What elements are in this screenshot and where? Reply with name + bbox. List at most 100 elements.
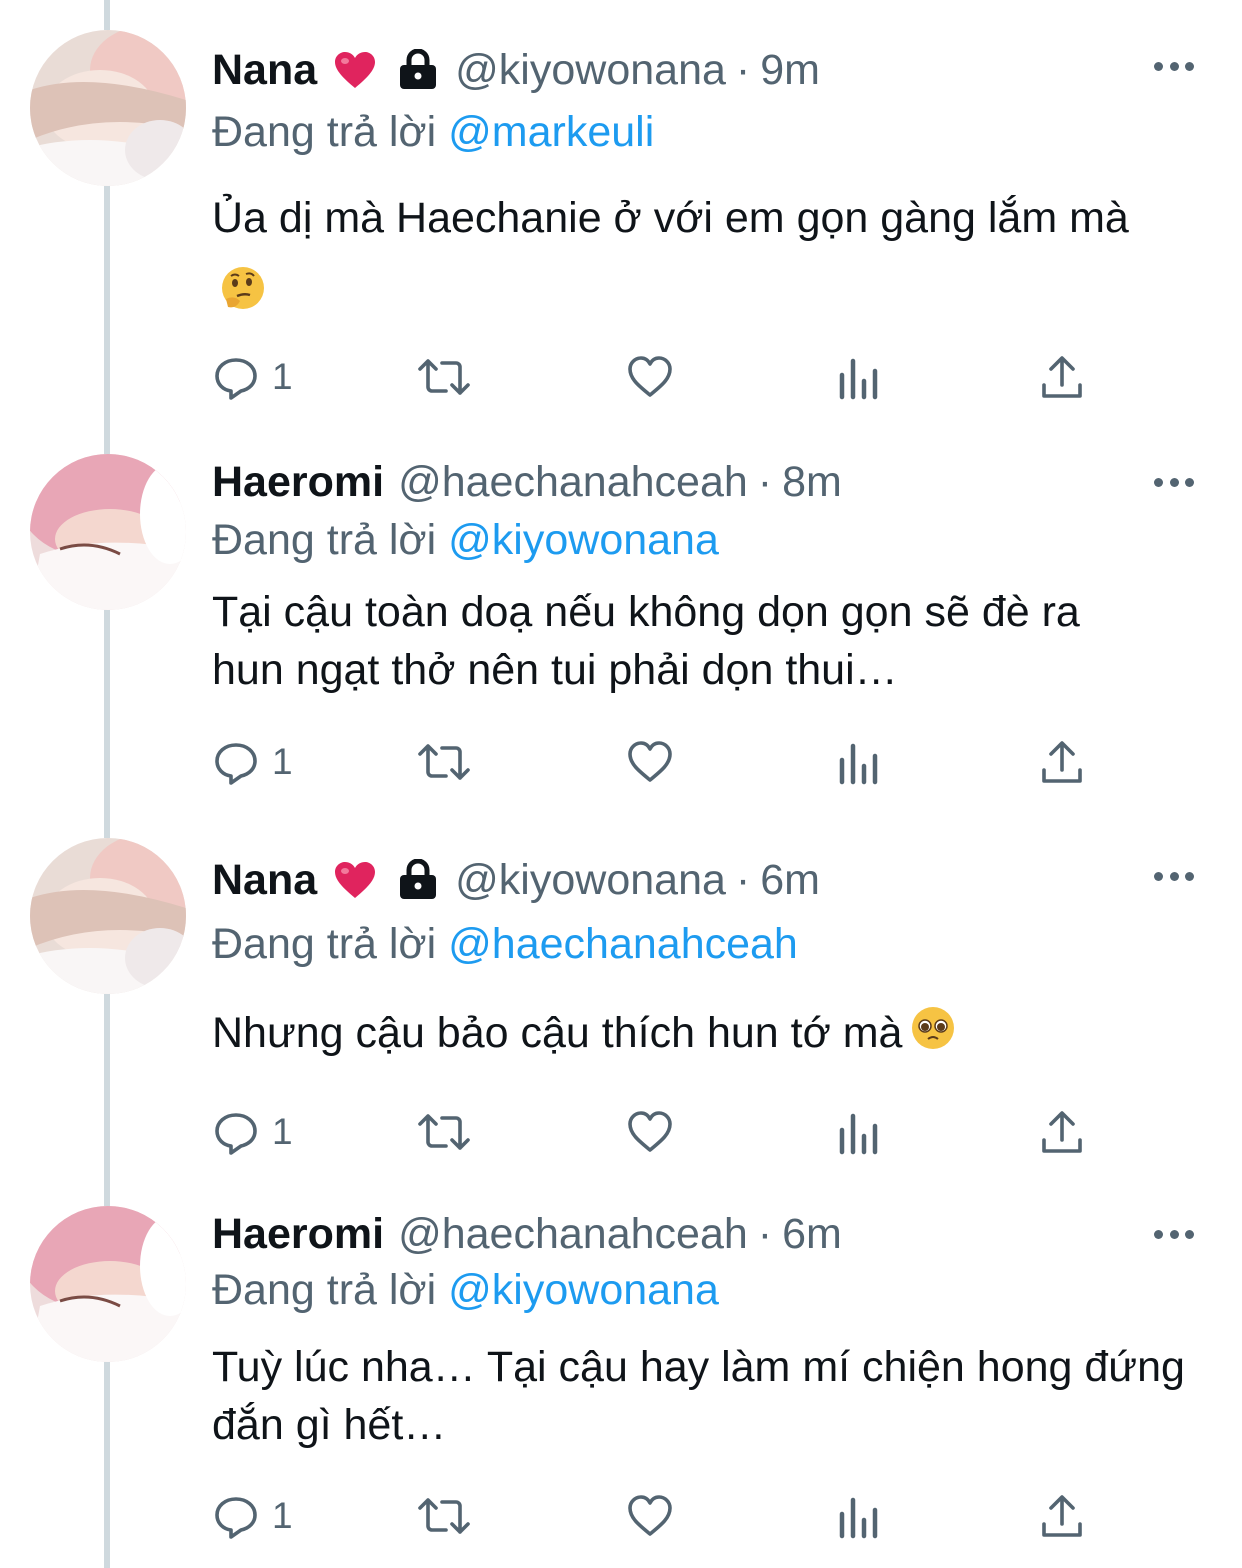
display-name[interactable]: Nana xyxy=(212,46,317,95)
reply-icon xyxy=(215,743,257,785)
lock-icon xyxy=(395,859,441,901)
retweet-button[interactable] xyxy=(416,1107,472,1157)
reply-button[interactable]: 1 xyxy=(212,352,293,402)
avatar[interactable] xyxy=(30,1206,186,1362)
reply-button[interactable]: 1 xyxy=(212,1491,293,1541)
tweet-header: Nana @kiyowonana · 6m xyxy=(212,850,1142,910)
tweet-text-content: Nhưng cậu bảo cậu thích hun tớ mà xyxy=(212,1009,903,1057)
user-handle[interactable]: @kiyowonana xyxy=(455,856,726,905)
tweet-actions: 1 xyxy=(212,1107,1112,1157)
reply-button[interactable]: 1 xyxy=(212,737,293,787)
tweet-text-content: Tuỳ lúc nha… Tại cậu hay làm mí chiện ho… xyxy=(212,1343,1185,1449)
share-button[interactable] xyxy=(1040,737,1084,787)
reply-icon xyxy=(215,1497,257,1539)
replying-to: Đang trả lời @kiyowonana xyxy=(212,1266,719,1315)
analytics-button[interactable] xyxy=(836,1491,880,1541)
replying-to-handle[interactable]: @kiyowonana xyxy=(448,1266,719,1314)
retweet-icon xyxy=(418,1498,470,1534)
tweet[interactable]: Nana @kiyowonana · 9m Đang trả lời @mark… xyxy=(0,0,1242,440)
display-name[interactable]: Haeromi xyxy=(212,1210,384,1259)
timestamp[interactable]: 6m xyxy=(760,856,820,905)
pleading-face-emoji xyxy=(910,1005,956,1066)
thinking-face-emoji xyxy=(220,259,266,335)
reply-count: 1 xyxy=(272,1495,293,1536)
timestamp[interactable]: 9m xyxy=(760,46,820,95)
user-handle[interactable]: @kiyowonana xyxy=(455,46,726,95)
separator: · xyxy=(735,45,751,94)
retweet-icon xyxy=(418,1114,470,1150)
share-button[interactable] xyxy=(1040,352,1084,402)
lock-icon xyxy=(395,49,441,91)
display-name[interactable]: Nana xyxy=(212,856,317,905)
reply-icon xyxy=(215,1113,257,1155)
like-icon xyxy=(628,1111,672,1152)
replying-to-handle[interactable]: @markeuli xyxy=(448,108,654,156)
analytics-button[interactable] xyxy=(836,352,880,402)
replying-prefix: Đang trả lời xyxy=(212,516,437,564)
avatar[interactable] xyxy=(30,454,186,610)
analytics-button[interactable] xyxy=(836,1107,880,1157)
tweet-text: Nhưng cậu bảo cậu thích hun tớ mà xyxy=(212,1004,1202,1066)
user-handle[interactable]: @haechanahceah xyxy=(398,1210,748,1259)
replying-prefix: Đang trả lời xyxy=(212,920,437,968)
analytics-icon xyxy=(839,1113,878,1155)
tweet-text: Tại cậu toàn doạ nếu không dọn gọn sẽ đè… xyxy=(212,583,1162,699)
more-icon[interactable] xyxy=(1154,1228,1194,1240)
share-icon xyxy=(1042,1495,1082,1537)
reply-count: 1 xyxy=(272,356,293,397)
replying-prefix: Đang trả lời xyxy=(212,108,437,156)
like-button[interactable] xyxy=(626,352,674,402)
like-button[interactable] xyxy=(626,1107,674,1157)
share-icon xyxy=(1042,741,1082,783)
red-heart-emoji xyxy=(333,860,377,900)
analytics-icon xyxy=(839,358,878,400)
timestamp[interactable]: 8m xyxy=(782,458,842,507)
retweet-button[interactable] xyxy=(416,1491,472,1541)
tweet-header: Haeromi @haechanahceah · 6m xyxy=(212,1204,1142,1264)
separator: · xyxy=(735,855,751,904)
tweet-text-content: Ủa dị mà Haechanie ở với em gọn gàng lắm… xyxy=(212,194,1129,242)
share-button[interactable] xyxy=(1040,1107,1084,1157)
replying-to: Đang trả lời @haechanahceah xyxy=(212,920,798,969)
retweet-button[interactable] xyxy=(416,737,472,787)
reply-icon xyxy=(215,358,257,400)
more-icon[interactable] xyxy=(1154,870,1194,882)
display-name[interactable]: Haeromi xyxy=(212,458,384,507)
like-icon xyxy=(628,1495,672,1536)
tweet-actions: 1 xyxy=(212,352,1112,402)
retweet-icon xyxy=(418,359,470,395)
tweet-text: Tuỳ lúc nha… Tại cậu hay làm mí chiện ho… xyxy=(212,1338,1192,1454)
reply-count: 1 xyxy=(272,1111,293,1152)
like-button[interactable] xyxy=(626,737,674,787)
tweet[interactable]: Nana @kiyowonana · 6m Đang trả lời @haec… xyxy=(0,830,1242,1196)
replying-to: Đang trả lời @markeuli xyxy=(212,108,654,157)
tweet-text: Ủa dị mà Haechanie ở với em gọn gàng lắm… xyxy=(212,180,1182,335)
tweet-header: Nana @kiyowonana · 9m xyxy=(212,40,1142,100)
share-icon xyxy=(1042,1111,1082,1153)
replying-to: Đang trả lời @kiyowonana xyxy=(212,516,719,565)
avatar[interactable] xyxy=(30,838,186,994)
retweet-icon xyxy=(418,744,470,780)
analytics-button[interactable] xyxy=(836,737,880,787)
replying-to-handle[interactable]: @haechanahceah xyxy=(448,920,798,968)
tweet-header: Haeromi @haechanahceah · 8m xyxy=(212,452,1142,512)
red-heart-emoji xyxy=(333,50,377,90)
reply-count: 1 xyxy=(272,741,293,782)
tweet[interactable]: Haeromi @haechanahceah · 8m Đang trả lời… xyxy=(0,440,1242,830)
replying-prefix: Đang trả lời xyxy=(212,1266,437,1314)
share-button[interactable] xyxy=(1040,1491,1084,1541)
user-handle[interactable]: @haechanahceah xyxy=(398,458,748,507)
retweet-button[interactable] xyxy=(416,352,472,402)
like-button[interactable] xyxy=(626,1491,674,1541)
timestamp[interactable]: 6m xyxy=(782,1210,842,1259)
reply-button[interactable]: 1 xyxy=(212,1107,293,1157)
like-icon xyxy=(628,741,672,782)
replying-to-handle[interactable]: @kiyowonana xyxy=(448,516,719,564)
analytics-icon xyxy=(839,743,878,785)
more-icon[interactable] xyxy=(1154,476,1194,488)
avatar[interactable] xyxy=(30,30,186,186)
tweet[interactable]: Haeromi @haechanahceah · 6m Đang trả lời… xyxy=(0,1196,1242,1568)
tweet-actions: 1 xyxy=(212,737,1112,787)
more-icon[interactable] xyxy=(1154,60,1194,72)
separator: · xyxy=(757,457,773,506)
